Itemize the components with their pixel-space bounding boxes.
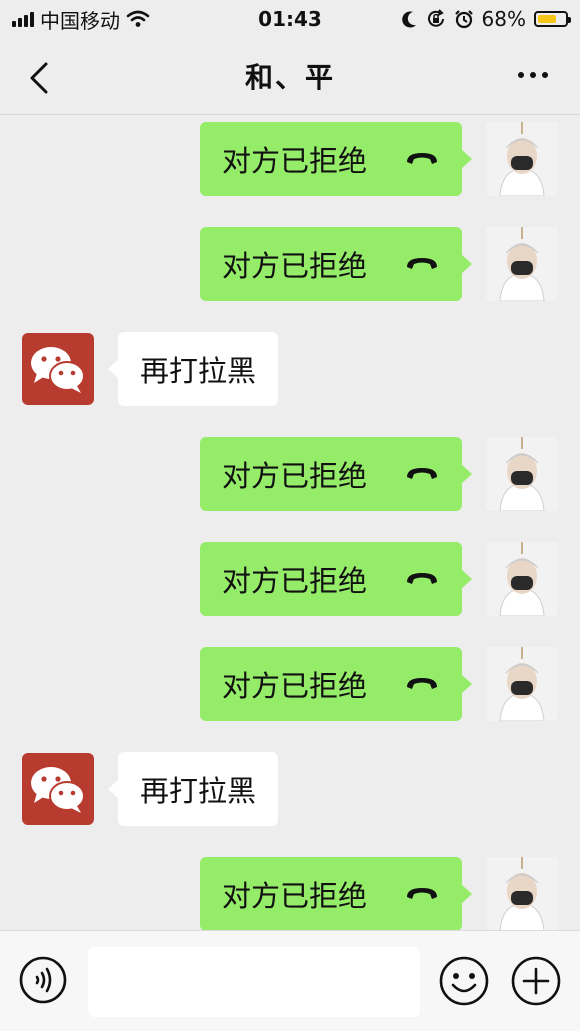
signal-icon [12, 11, 34, 27]
user-avatar-image [486, 857, 558, 930]
moon-icon [401, 11, 416, 28]
hang-up-phone-icon [407, 888, 437, 899]
input-bar [0, 930, 580, 1031]
user-avatar-image [486, 542, 558, 616]
message-text: 再打拉黑 [140, 354, 257, 388]
message-input[interactable] [88, 947, 420, 1017]
message-text: 对方已拒绝 [222, 564, 368, 598]
call-rejected-bubble[interactable]: 对方已拒绝 [200, 542, 472, 616]
message-row: 对方已拒绝 [200, 437, 558, 511]
call-rejected-bubble[interactable]: 对方已拒绝 [200, 437, 472, 511]
message-row: 对方已拒绝 [200, 227, 558, 301]
message-row: 对方已拒绝 [200, 857, 558, 930]
message-text: 再打拉黑 [140, 774, 257, 808]
avatar[interactable] [486, 437, 558, 511]
status-right: 68% [401, 7, 580, 31]
rotation-lock-icon [427, 9, 444, 27]
chat-title: 和、平 [244, 61, 335, 94]
user-avatar-image [486, 437, 558, 511]
wifi-icon [126, 10, 150, 27]
carrier-name: 中国移动 [40, 8, 120, 33]
text-message-bubble[interactable]: 再打拉黑 [107, 752, 279, 826]
hang-up-phone-icon [407, 258, 437, 269]
battery-percent: 68% [481, 7, 526, 31]
message-list[interactable]: 对方已拒绝 对方已拒绝 再打拉黑 对方已拒绝 对方已拒绝 对方已拒绝 再打拉黑 对方已拒绝 [0, 115, 580, 930]
wechat-avatar[interactable] [22, 753, 94, 825]
wechat-avatar[interactable] [22, 333, 94, 405]
text-message-bubble[interactable]: 再打拉黑 [107, 332, 279, 406]
message-text: 对方已拒绝 [222, 459, 368, 493]
message-row: 对方已拒绝 [200, 647, 558, 721]
chevron-left-icon[interactable] [26, 60, 54, 96]
call-rejected-bubble[interactable]: 对方已拒绝 [200, 647, 472, 721]
status-left: 中国移动 [0, 5, 150, 34]
more-dots-icon[interactable] [518, 72, 548, 78]
user-avatar-image [486, 647, 558, 721]
message-row: 对方已拒绝 [200, 122, 558, 196]
user-avatar-image [486, 227, 558, 301]
user-avatar-image [486, 122, 558, 196]
avatar[interactable] [486, 857, 558, 930]
message-text: 对方已拒绝 [222, 144, 368, 178]
message-text: 对方已拒绝 [222, 669, 368, 703]
alarm-icon [454, 10, 473, 29]
avatar[interactable] [486, 542, 558, 616]
hang-up-phone-icon [407, 153, 437, 164]
message-row: 再打拉黑 [22, 752, 279, 826]
call-rejected-bubble[interactable]: 对方已拒绝 [200, 857, 472, 930]
message-row: 再打拉黑 [22, 332, 279, 406]
battery-level [538, 15, 556, 23]
avatar[interactable] [486, 122, 558, 196]
avatar[interactable] [486, 227, 558, 301]
avatar[interactable] [486, 647, 558, 721]
battery-icon [534, 11, 571, 27]
hang-up-phone-icon [407, 573, 437, 584]
wechat-logo-icon [31, 767, 85, 813]
call-rejected-bubble[interactable]: 对方已拒绝 [200, 122, 472, 196]
voice-icon[interactable] [18, 955, 68, 1005]
message-text: 对方已拒绝 [222, 879, 368, 913]
message-row: 对方已拒绝 [200, 542, 558, 616]
hang-up-phone-icon [407, 678, 437, 689]
emoji-icon[interactable] [438, 955, 490, 1007]
status-bar: 中国移动 01:43 68% [0, 0, 580, 38]
hang-up-phone-icon [407, 468, 437, 479]
wechat-logo-icon [31, 347, 85, 393]
message-text: 对方已拒绝 [222, 249, 368, 283]
plus-icon[interactable] [510, 955, 562, 1007]
chat-header: 和、平 [0, 38, 580, 115]
call-rejected-bubble[interactable]: 对方已拒绝 [200, 227, 472, 301]
